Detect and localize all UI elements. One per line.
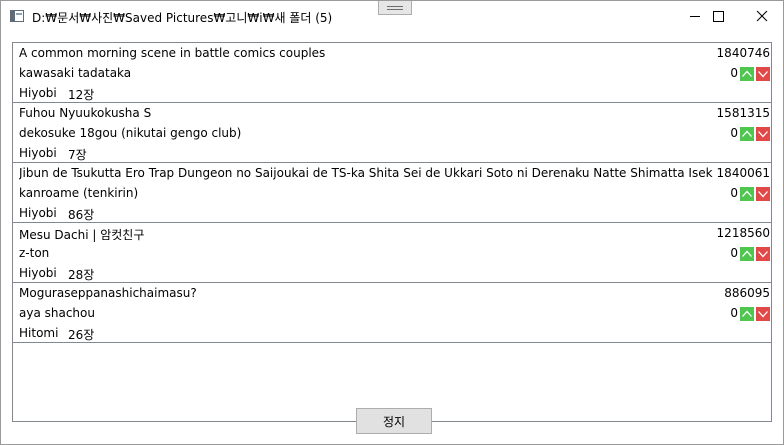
list-item[interactable]: Jibun de Tsukutta Ero Trap Dungeon no Sa… [13,163,771,223]
upvote-button[interactable] [740,67,754,81]
item-pages: 7장 [68,148,87,162]
item-artist: kawasaki tadataka [19,66,132,80]
item-pages: 26장 [68,328,95,342]
list-item[interactable]: A common morning scene in battle comics … [13,43,771,103]
chevron-down-icon [758,191,768,198]
list-item[interactable]: Mesu Dachi | 암컷친구 1218560 z-ton 0 Hiyobi… [13,223,771,283]
item-pages: 12장 [68,88,95,102]
item-score: 0 [730,126,738,140]
chevron-up-icon [742,250,752,257]
item-pages: 28장 [68,268,95,282]
chevron-down-icon [758,131,768,138]
item-id: 1840746 [712,46,771,60]
downvote-button[interactable] [756,67,770,81]
upvote-button[interactable] [740,127,754,141]
item-id: 1218560 [712,226,771,240]
item-source: Hiyobi [19,266,57,280]
close-icon [756,10,768,22]
item-source: Hiyobi [19,146,57,160]
chevron-down-icon [758,311,768,318]
downvote-button[interactable] [756,307,770,321]
item-title: Mesu Dachi | 암컷친구 [19,228,145,242]
item-pages: 86장 [68,208,95,222]
item-artist: kanroame (tenkirin) [19,186,139,200]
item-title: Moguraseppanashichaimasu? [19,286,197,300]
chevron-up-icon [742,70,752,77]
gallery-list[interactable]: A common morning scene in battle comics … [12,42,772,422]
item-score: 0 [730,246,738,260]
item-score: 0 [730,186,738,200]
chevron-down-icon [758,71,768,78]
chevron-down-icon [758,251,768,258]
drag-handle[interactable] [378,1,412,15]
list-item[interactable]: Moguraseppanashichaimasu? 886095 aya sha… [13,283,771,343]
upvote-button[interactable] [740,247,754,261]
chevron-up-icon [742,190,752,197]
item-score: 0 [730,66,738,80]
app-window: D:₩문서₩사진₩Saved Pictures₩고니₩i₩새 폴더 (5) A … [0,0,784,445]
upvote-button[interactable] [740,307,754,321]
window-title: D:₩문서₩사진₩Saved Pictures₩고니₩i₩새 폴더 (5) [32,11,333,25]
item-score: 0 [730,306,738,320]
item-artist: z-ton [19,246,50,260]
item-id: 1581315 [712,106,771,120]
item-source: Hitomi [19,326,59,340]
downvote-button[interactable] [756,247,770,261]
item-source: Hiyobi [19,206,57,220]
downvote-button[interactable] [756,187,770,201]
item-artist: aya shachou [19,306,95,320]
downvote-button[interactable] [756,127,770,141]
chevron-up-icon [742,130,752,137]
maximize-icon [713,11,724,22]
upvote-button[interactable] [740,187,754,201]
stop-button[interactable]: 정지 [356,408,432,434]
item-title: Fuhou Nyuukokusha S [19,106,152,120]
title-bar[interactable]: D:₩문서₩사진₩Saved Pictures₩고니₩i₩새 폴더 (5) [1,1,783,32]
item-title: Jibun de Tsukutta Ero Trap Dungeon no Sa… [19,166,724,180]
close-button[interactable] [739,1,783,32]
item-source: Hiyobi [19,86,57,100]
chevron-up-icon [742,310,752,317]
app-icon [10,10,24,22]
maximize-button[interactable] [695,1,741,32]
list-item[interactable]: Fuhou Nyuukokusha S 1581315 dekosuke 18g… [13,103,771,163]
item-title: A common morning scene in battle comics … [19,46,326,60]
item-artist: dekosuke 18gou (nikutai gengo club) [19,126,242,140]
item-id: 886095 [720,286,771,300]
item-id: 1840061 [712,166,771,180]
